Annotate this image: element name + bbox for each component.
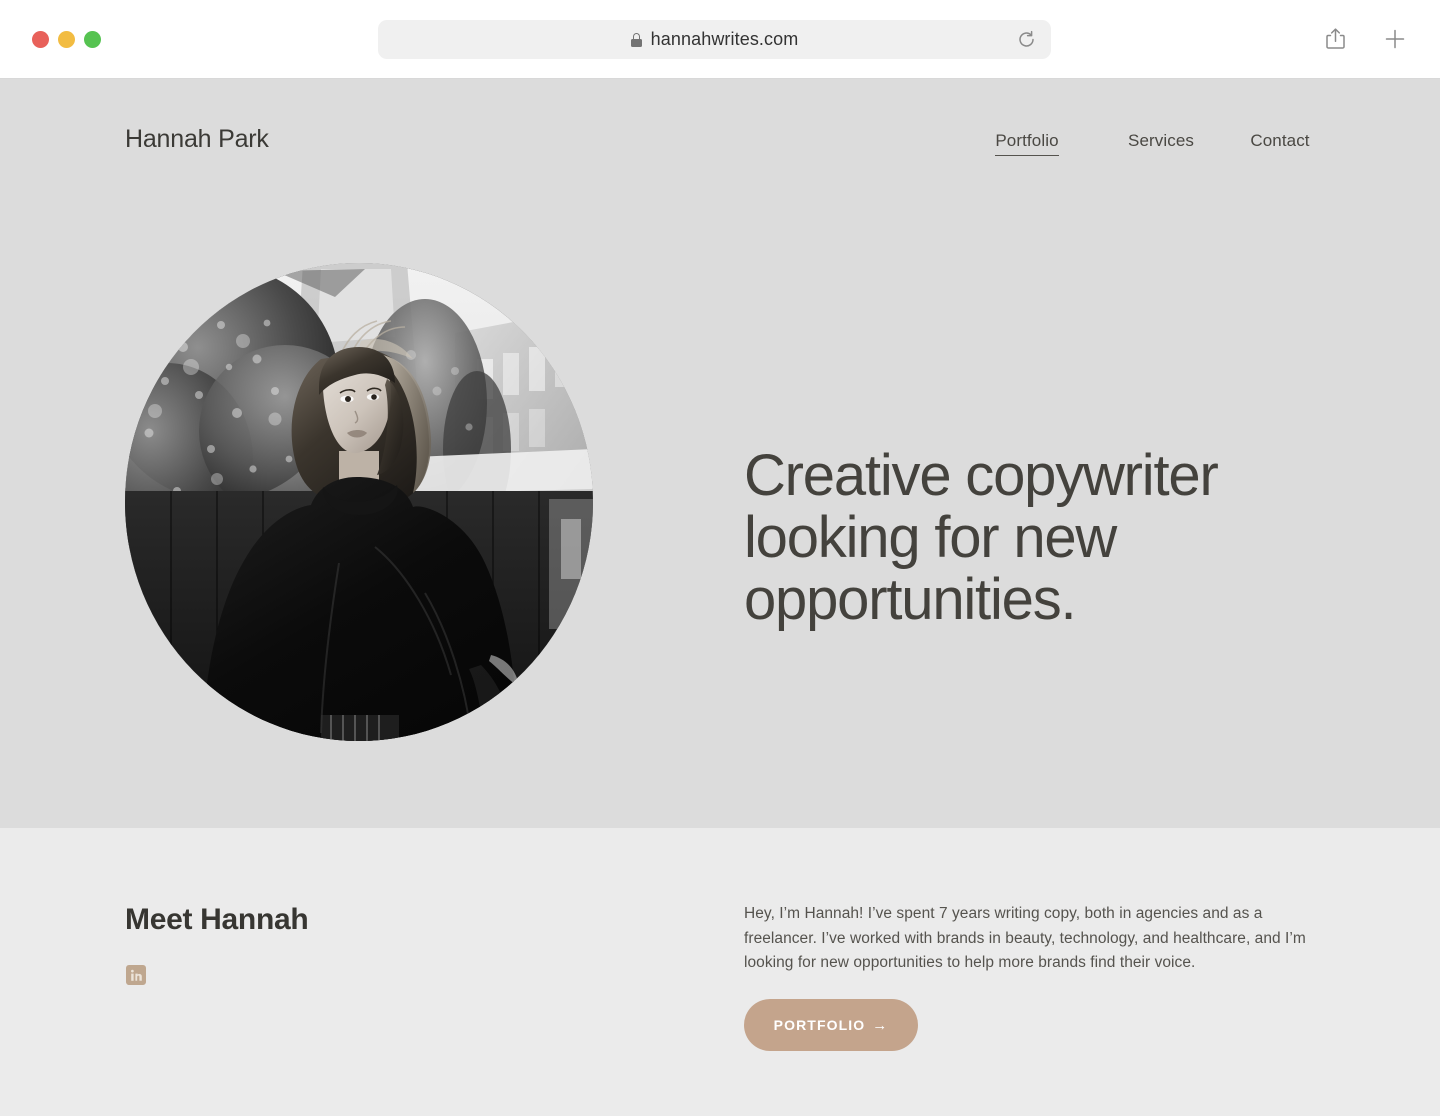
plus-icon[interactable]: [1382, 24, 1408, 54]
url-text: hannahwrites.com: [650, 29, 799, 49]
close-window-button[interactable]: [32, 31, 49, 48]
window-controls: [32, 31, 101, 48]
nav-links: Portfolio Services Contact: [960, 131, 1332, 156]
about-title: Meet Hannah: [125, 903, 309, 936]
reload-icon[interactable]: [1015, 29, 1037, 51]
social-links: [126, 965, 146, 985]
nav-link-contact[interactable]: Contact: [1250, 131, 1309, 155]
hero-section: Hannah Park Portfolio Services Contact C…: [0, 79, 1440, 828]
linkedin-icon[interactable]: [126, 965, 146, 985]
nav-link-portfolio[interactable]: Portfolio: [995, 131, 1059, 156]
about-paragraph: Hey, I’m Hannah! I’ve spent 7 years writ…: [744, 905, 1306, 971]
lock-icon: [630, 32, 642, 47]
site-brand[interactable]: Hannah Park: [125, 125, 269, 154]
arrow-right-icon: →: [872, 1016, 889, 1034]
minimize-window-button[interactable]: [58, 31, 75, 48]
browser-toolbar-right: [1322, 24, 1408, 54]
nav-slot-portfolio: Portfolio: [960, 131, 1094, 156]
page-content: Hannah Park Portfolio Services Contact C…: [0, 79, 1440, 1116]
nav-slot-contact: Contact: [1228, 131, 1332, 155]
about-section: Meet Hannah Hey, I’m Hannah! I’ve spent …: [0, 828, 1440, 1116]
profile-portrait-image: [125, 263, 593, 741]
address-bar-content: hannahwrites.com: [630, 29, 799, 50]
portfolio-cta-button[interactable]: PORTFOLIO →: [744, 999, 918, 1051]
address-bar[interactable]: hannahwrites.com: [378, 20, 1051, 59]
browser-chrome: hannahwrites.com: [0, 0, 1440, 79]
nav-link-services[interactable]: Services: [1128, 131, 1194, 155]
maximize-window-button[interactable]: [84, 31, 101, 48]
site-navigation: Hannah Park Portfolio Services Contact: [0, 79, 1440, 219]
share-icon[interactable]: [1322, 24, 1348, 54]
portfolio-cta-label: PORTFOLIO: [773, 1017, 866, 1033]
nav-slot-services: Services: [1094, 131, 1228, 155]
hero-headline: Creative copywriter looking for new oppo…: [744, 443, 1219, 632]
